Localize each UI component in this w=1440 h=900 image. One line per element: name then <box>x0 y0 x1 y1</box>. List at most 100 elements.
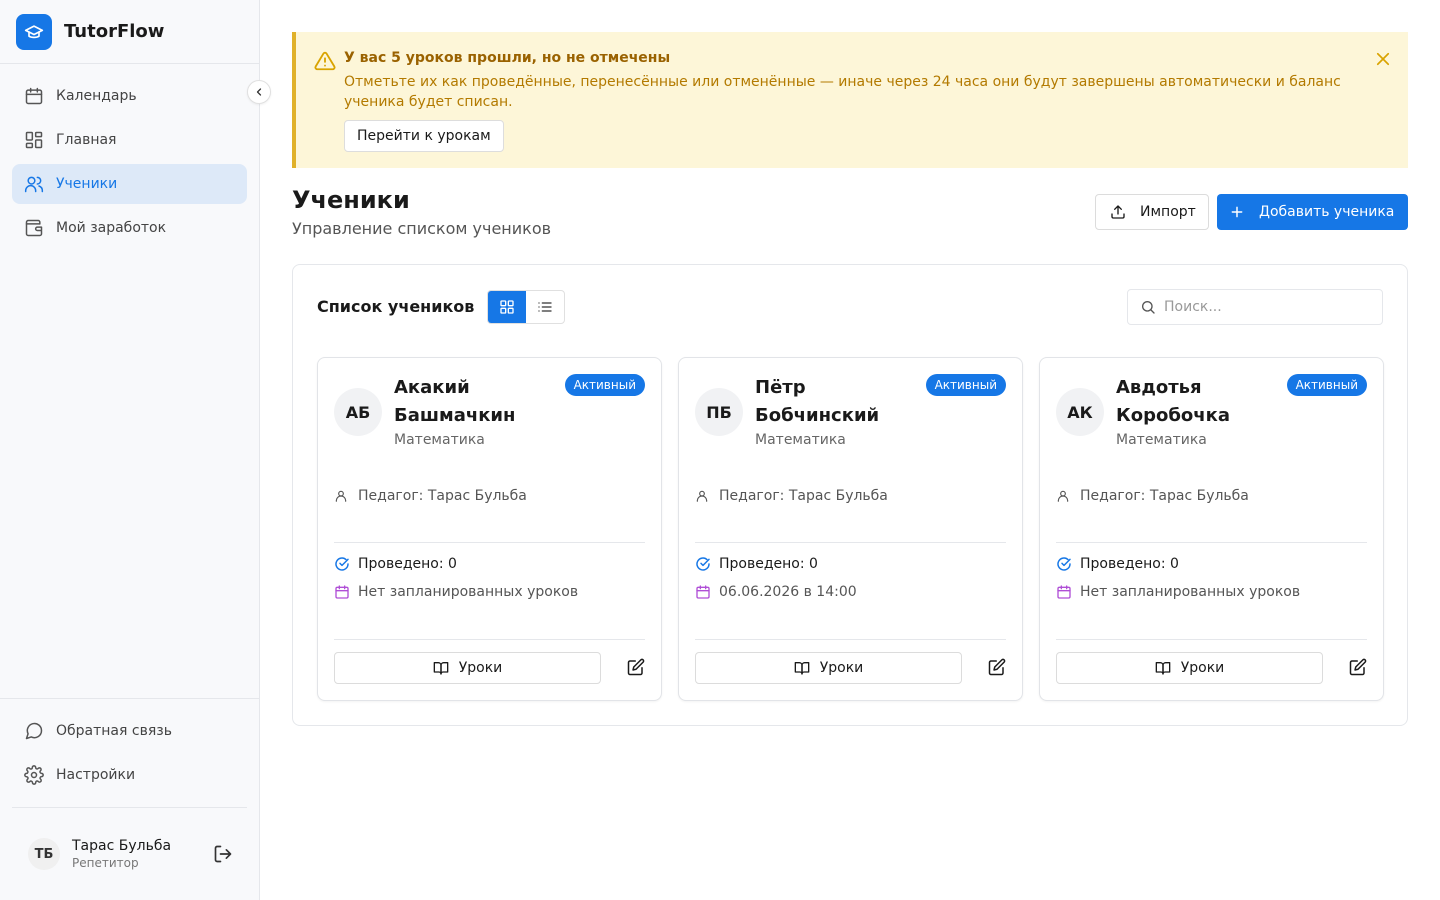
search-field <box>1127 289 1383 325</box>
lessons-done-text: Проведено: 0 <box>719 556 818 572</box>
lessons-done-text: Проведено: 0 <box>358 556 457 572</box>
edit-icon[interactable] <box>627 658 645 676</box>
sidebar-item-earnings[interactable]: Мой заработок <box>12 208 247 248</box>
teacher-line: Педагог: Тарас Бульба <box>1056 488 1249 504</box>
import-button[interactable]: Импорт <box>1095 194 1209 230</box>
book-icon <box>794 662 810 675</box>
check-circle-icon <box>1057 557 1071 571</box>
sidebar-nav: Календарь Главная Ученики Мой заработок <box>0 64 259 248</box>
graduation-cap-icon <box>16 13 52 50</box>
list-view-button[interactable] <box>526 291 564 323</box>
sidebar-bottom: Обратная связь Настройки <box>0 698 259 799</box>
sidebar-item-label: Главная <box>56 132 117 148</box>
lessons-button[interactable]: Уроки <box>1056 652 1323 684</box>
import-label: Импорт <box>1140 204 1196 220</box>
divider <box>695 542 1006 543</box>
lessons-button-label: Уроки <box>819 660 864 676</box>
status-badge: Активный <box>925 374 1006 396</box>
student-name: Авдотья Коробочка <box>1116 377 1230 426</box>
status-badge: Активный <box>564 374 645 396</box>
teacher-line: Педагог: Тарас Бульба <box>695 488 888 504</box>
sidebar-item-calendar[interactable]: Календарь <box>12 76 247 116</box>
grid-view-button[interactable] <box>488 291 526 323</box>
book-icon <box>1155 662 1171 675</box>
student-name: Пётр Бобчинский <box>755 377 880 426</box>
sidebar-item-settings[interactable]: Настройки <box>12 755 247 795</box>
grid-icon <box>500 300 514 314</box>
students-panel: Список учеников АБ Акакий Башмачкин Мате… <box>292 264 1408 726</box>
check-circle-icon <box>696 557 710 571</box>
calendar-icon <box>25 87 43 105</box>
logout-icon[interactable] <box>213 844 233 864</box>
teacher-name: Педагог: Тарас Бульба <box>719 488 888 504</box>
teacher-name: Педагог: Тарас Бульба <box>358 488 527 504</box>
sidebar-item-label: Обратная связь <box>56 723 172 739</box>
check-circle-icon <box>335 557 349 571</box>
avatar: ПБ <box>695 388 743 436</box>
student-subject: Математика <box>755 432 846 448</box>
sidebar-item-label: Настройки <box>56 767 136 783</box>
user-role: Репетитор <box>72 856 139 870</box>
book-icon <box>433 662 449 675</box>
page-subtitle: Управление списком учеников <box>292 219 552 238</box>
next-lesson: Нет запланированных уроков <box>334 584 578 600</box>
chevron-left-icon <box>256 88 262 96</box>
edit-icon[interactable] <box>988 658 1006 676</box>
divider <box>1056 542 1367 543</box>
next-lesson: Нет запланированных уроков <box>1056 584 1300 600</box>
calendar-icon <box>1057 585 1071 599</box>
lessons-done-text: Проведено: 0 <box>1080 556 1179 572</box>
sidebar: TutorFlow Календарь Главная Ученики Мой … <box>0 0 271 900</box>
divider <box>334 639 645 640</box>
sidebar-item-students[interactable]: Ученики <box>12 164 247 204</box>
add-student-button[interactable]: Добавить ученика <box>1217 194 1408 230</box>
next-lesson-text: 06.06.2026 в 14:00 <box>719 584 857 600</box>
divider <box>334 542 645 543</box>
edit-icon[interactable] <box>1349 658 1367 676</box>
next-lesson-text: Нет запланированных уроков <box>358 584 579 600</box>
student-subject: Математика <box>1116 432 1207 448</box>
next-lesson-text: Нет запланированных уроков <box>1080 584 1301 600</box>
sidebar-item-label: Мой заработок <box>56 220 167 236</box>
page-title: Ученики <box>292 186 410 214</box>
user-profile: ТБ Тарас Бульба Репетитор <box>12 807 247 900</box>
next-lesson: 06.06.2026 в 14:00 <box>695 584 857 600</box>
sidebar-item-feedback[interactable]: Обратная связь <box>12 711 247 751</box>
search-icon <box>1142 301 1155 314</box>
avatar: АБ <box>334 388 382 436</box>
user-icon <box>696 490 708 502</box>
dashboard-icon <box>25 131 43 149</box>
page-header: Ученики Управление списком учеников Импо… <box>292 168 1408 264</box>
lessons-button[interactable]: Уроки <box>695 652 962 684</box>
teacher-name: Педагог: Тарас Бульба <box>1080 488 1249 504</box>
panel-title: Список учеников <box>317 297 475 316</box>
calendar-icon <box>335 585 349 599</box>
brand[interactable]: TutorFlow <box>0 0 259 64</box>
avatar[interactable]: ТБ <box>28 838 60 870</box>
main-content: У вас 5 уроков прошли, но не отмечены От… <box>292 32 1408 726</box>
sidebar-item-home[interactable]: Главная <box>12 120 247 160</box>
divider <box>695 639 1006 640</box>
plus-icon <box>1231 206 1243 218</box>
brand-name: TutorFlow <box>64 21 165 42</box>
lessons-done: Проведено: 0 <box>1056 556 1179 572</box>
lessons-button[interactable]: Уроки <box>334 652 601 684</box>
lessons-button-label: Уроки <box>458 660 503 676</box>
student-card: АБ Акакий Башмачкин Математика Активный … <box>317 357 662 701</box>
sidebar-collapse-button[interactable] <box>247 80 271 104</box>
user-icon <box>335 490 347 502</box>
status-badge: Активный <box>1286 374 1367 396</box>
calendar-icon <box>696 585 710 599</box>
lessons-button-label: Уроки <box>1180 660 1225 676</box>
go-to-lessons-button[interactable]: Перейти к урокам <box>344 120 504 152</box>
unmarked-lessons-alert: У вас 5 уроков прошли, но не отмечены От… <box>292 32 1408 168</box>
search-input[interactable] <box>1164 299 1364 315</box>
student-card: ПБ Пётр Бобчинский Математика Активный П… <box>678 357 1023 701</box>
teacher-line: Педагог: Тарас Бульба <box>334 488 527 504</box>
gear-icon <box>24 765 44 785</box>
close-icon[interactable] <box>1374 50 1392 68</box>
view-toggle <box>487 290 565 324</box>
user-name: Тарас Бульба <box>72 838 172 854</box>
users-icon <box>24 176 44 193</box>
lessons-done: Проведено: 0 <box>695 556 818 572</box>
